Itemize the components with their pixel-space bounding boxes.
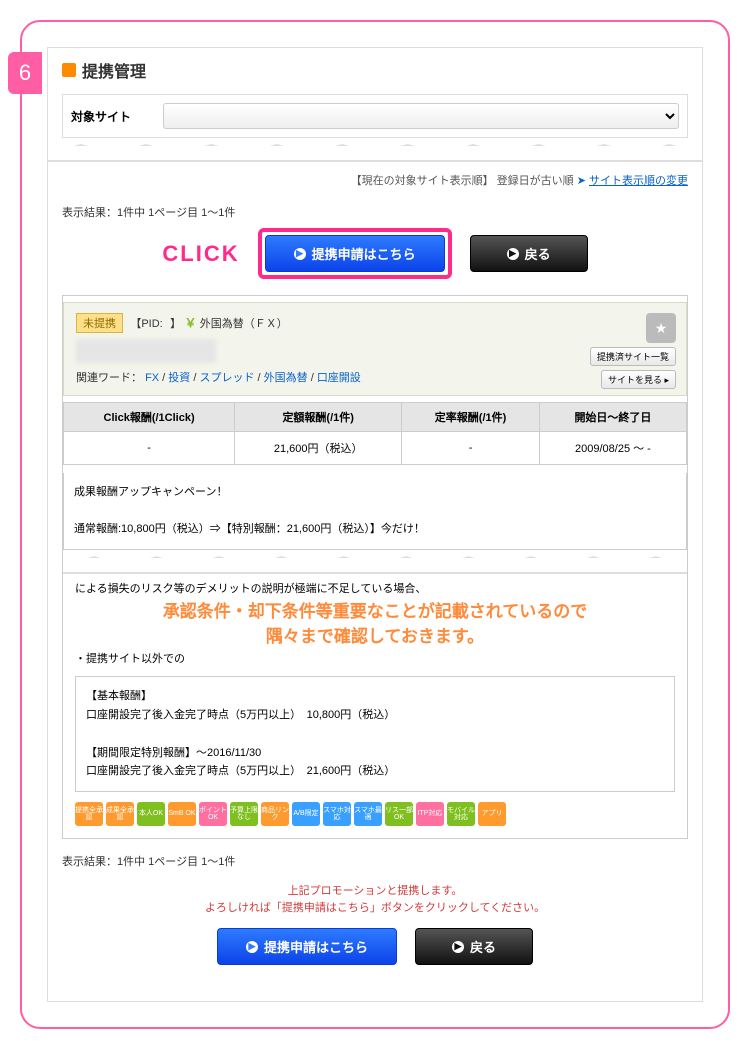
detail-l1: 口座開設完了後入金完了時点（5万円以上） 10,800円（税込） [86,706,664,725]
page-title: 提携管理 [62,58,688,82]
blurred-name [76,339,216,363]
tag: 提携全承認 [75,802,103,826]
sort-line: 【現在の対象サイト表示順】 登録日が古い順 ➤ サイト表示順の変更 [62,168,688,196]
site-label: 対象サイト [71,108,151,125]
td: 2009/08/25 〜 - [539,432,686,465]
apply-button-label: 提携申請はこちら [312,244,416,263]
step-badge: 6 [8,52,42,94]
tag: A/B限定 [292,802,320,826]
tag: SmB OK [168,802,196,826]
promo-category: 外国為替（ＦＸ） [200,318,288,330]
td: - [64,432,235,465]
keyword-link[interactable]: 口座開設 [317,372,361,384]
wavy-divider [63,556,687,574]
status-badge: 未提携 [76,313,123,333]
td: - [402,432,540,465]
sort-prefix: 【現在の対象サイト表示順】 [351,175,494,187]
arrow-icon: ▶ [452,941,464,953]
back-button-label: 戻る [525,244,551,263]
keyword-line: 関連ワード： FX / 投資 / スプレッド / 外国為替 / 口座開設 [76,369,674,385]
reward-table: Click報酬(/1Click) 定額報酬(/1件) 定率報酬(/1件) 開始日… [63,402,687,465]
notes-text: ・提携サイト以外での [75,650,675,669]
th-rate: 定率報酬(/1件) [402,403,540,432]
footer-message: 上記プロモーションと提携します。 よろしければ「提携申請はこちら」ボタンをクリッ… [62,883,688,918]
back-button-top[interactable]: ▶ 戻る [470,235,588,272]
arrow-icon: ➤ [577,175,586,187]
campaign-title: 成果報酬アップキャンペーン！ [74,483,676,502]
site-select[interactable] [163,103,679,129]
back-button-bottom[interactable]: ▶ 戻る [415,928,533,965]
tag: ITP対応 [416,802,444,826]
main-panel: 提携管理 対象サイト 【現在の対象サイト表示順】 登録日が古い順 ➤ サイト表示… [47,47,703,1002]
favorite-star-icon[interactable]: ★ [646,313,676,343]
arrow-icon: ▶ [246,941,258,953]
tag: スマホ対応 [323,802,351,826]
tag: 本人OK [137,802,165,826]
side-buttons: ★ 提携済サイト一覧 サイトを見る ▸ [590,313,676,389]
td: 21,600円（税込） [235,432,402,465]
tag: モバイル対応 [447,802,475,826]
page-title-text: 提携管理 [82,58,146,82]
apply-button-bottom[interactable]: ▶ 提携申請はこちら [217,928,397,965]
pid-label: 【PID: [130,318,162,330]
keyword-link[interactable]: スプレッド [199,372,254,384]
result-line-bottom: 表示結果：1件中 1ページ目 1〜1件 [62,853,688,869]
sort-change-link[interactable]: サイト表示順の変更 [589,175,688,187]
campaign-line: 通常報酬:10,800円（税込）⇒【特別報酬：21,600円（税込）】今だけ！ [74,520,676,539]
promo-header: 未提携 【PID: 】 ￥ 外国為替（ＦＸ） 関連ワード： FX / 投資 / … [63,302,687,396]
keyword-link[interactable]: 投資 [168,372,190,384]
tag: スマホ最適 [354,802,382,826]
result-line-top: 表示結果：1件中 1ページ目 1〜1件 [62,204,688,220]
keyword-link[interactable]: 外国為替 [264,372,308,384]
apply-button-top[interactable]: ▶ 提携申請はこちら [265,235,445,272]
tag: リス一部OK [385,802,413,826]
title-icon [62,63,76,77]
apply-button-label: 提携申請はこちら [264,937,368,956]
arrow-icon: ▶ [294,248,306,260]
button-row-bottom: ▶ 提携申請はこちら ▶ 戻る [62,928,688,965]
th-click: Click報酬(/1Click) [64,403,235,432]
wavy-divider [48,144,702,162]
detail-h2: 【期間限定特別報酬】〜2016/11/30 [86,744,664,763]
tag: 商品リンク [261,802,289,826]
button-row-top: CLICK ▶ 提携申請はこちら ▶ 戻る [62,228,688,279]
detail-h1: 【基本報酬】 [86,687,664,706]
notes-text: による損失のリスク等のデメリットの説明が極端に不足している場合、 [75,580,675,599]
th-fixed: 定額報酬(/1件) [235,403,402,432]
pid-suffix: 】 [170,318,181,330]
view-site-button[interactable]: サイトを見る ▸ [601,370,676,389]
reward-detail-box: 【基本報酬】 口座開設完了後入金完了時点（5万円以上） 10,800円（税込） … [75,676,675,791]
partner-site-list-button[interactable]: 提携済サイト一覧 [590,347,676,366]
detail-l2: 口座開設完了後入金完了時点（5万円以上） 21,600円（税込） [86,762,664,781]
th-period: 開始日〜終了日 [539,403,686,432]
highlight-frame: ▶ 提携申請はこちら [258,228,452,279]
back-button-label: 戻る [470,937,496,956]
sort-current: 登録日が古い順 [497,175,574,187]
table-row: - 21,600円（税込） - 2009/08/25 〜 - [64,432,687,465]
tag: 予算上限なし [230,802,258,826]
site-selector-row: 対象サイト [62,94,688,138]
arrow-icon: ▶ [507,248,519,260]
campaign-box: 成果報酬アップキャンペーン！ 通常報酬:10,800円（税込）⇒【特別報酬：21… [63,473,687,550]
overlay-annotation: 承認条件・却下条件等重要なことが記載されているので 隅々まで確認しておきます。 [75,599,675,650]
tag: 成果全承認 [106,802,134,826]
tag: アプリ [478,802,506,826]
tag: ポイントOK [199,802,227,826]
yen-icon: ￥ [184,316,196,330]
keyword-label: 関連ワード： [76,372,142,384]
keyword-link[interactable]: FX [145,372,159,384]
tag-row: 提携全承認 成果全承認 本人OK SmB OK ポイントOK 予算上限なし 商品… [75,802,675,826]
click-annotation: CLICK [162,241,239,267]
